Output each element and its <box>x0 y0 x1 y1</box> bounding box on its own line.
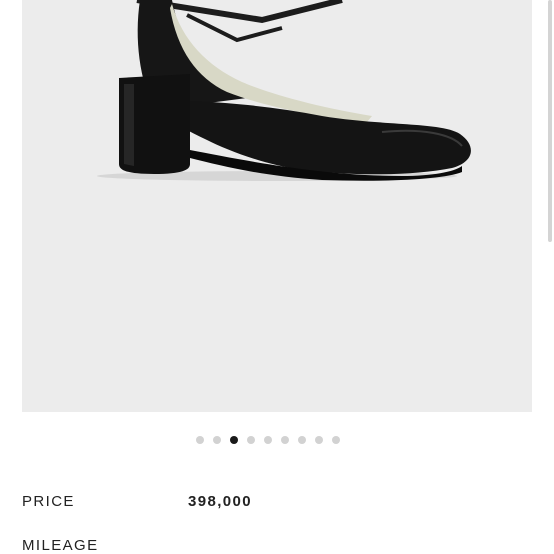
pagination-dot-active[interactable] <box>230 436 238 444</box>
pagination-dot[interactable] <box>247 436 255 444</box>
pagination-dot[interactable] <box>315 436 323 444</box>
price-value: 398,000 <box>188 492 253 510</box>
pagination-dot[interactable] <box>332 436 340 444</box>
heel-highlight <box>124 84 134 166</box>
pagination-dot[interactable] <box>281 436 289 444</box>
pagination-dot[interactable] <box>213 436 221 444</box>
page-scrollbar[interactable] <box>548 0 552 242</box>
pagination-dot[interactable] <box>298 436 306 444</box>
product-image <box>97 0 471 181</box>
price-label: PRICE <box>22 492 75 510</box>
pagination-dot[interactable] <box>196 436 204 444</box>
price-row: PRICE 398,000 <box>22 490 252 512</box>
product-gallery[interactable] <box>22 0 532 412</box>
gallery-pagination <box>196 435 340 445</box>
mileage-row: MILEAGE <box>22 534 188 554</box>
pagination-dot[interactable] <box>264 436 272 444</box>
product-page: PRICE 398,000 MILEAGE <box>0 0 554 554</box>
mileage-label: MILEAGE <box>22 536 99 554</box>
